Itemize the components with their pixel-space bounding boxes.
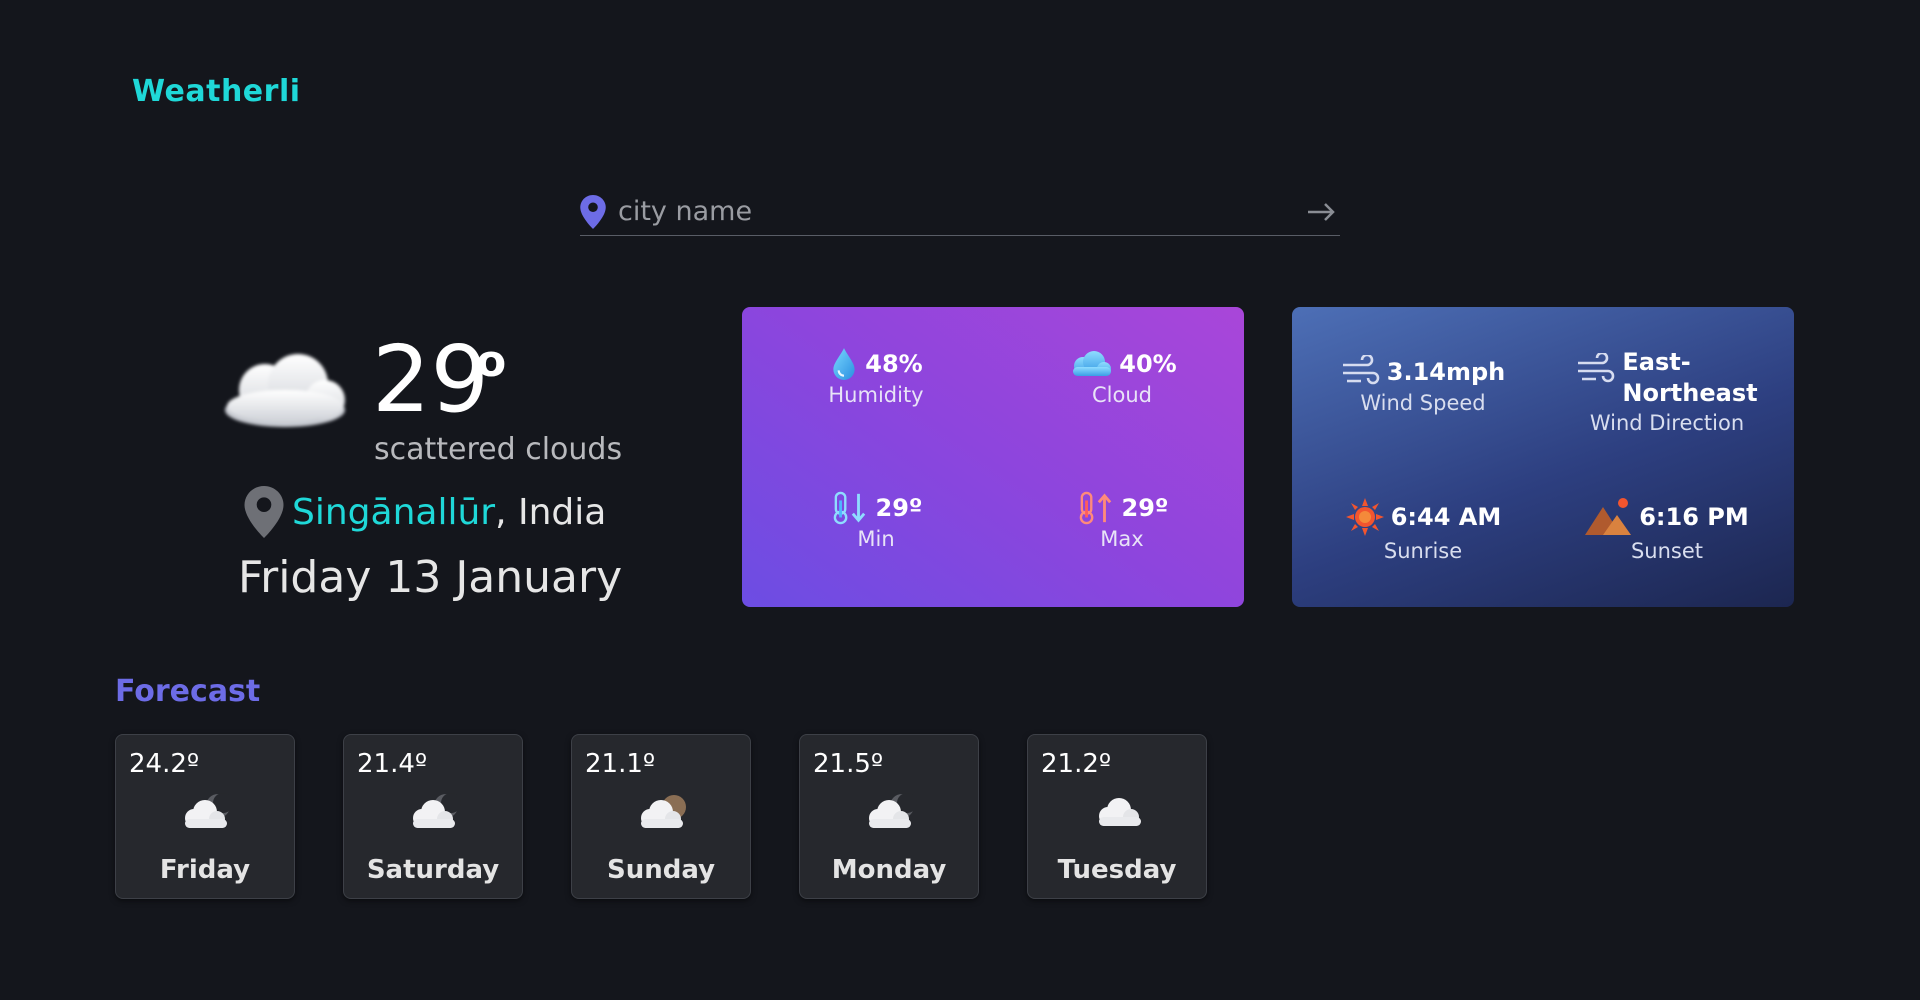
max-temp-label: Max [1100,527,1144,551]
cloud-icon [225,354,345,427]
forecast-card[interactable]: 21.4º Saturday [343,734,523,899]
wind-direction-metric: East- Northeast Wind Direction [1557,347,1777,435]
forecast-temp: 21.2º [1041,749,1112,779]
forecast-temp: 21.4º [357,749,428,779]
humidity-metric: 48% Humidity [766,347,986,407]
forecast-title: Forecast [115,674,261,709]
cloud-icon [1073,351,1112,376]
arrow-right-icon[interactable] [1306,202,1336,222]
app-logo[interactable]: Weatherli [132,74,301,109]
forecast-day: Sunday [606,855,716,885]
forecast-card[interactable]: 21.1º Sunday [571,734,751,899]
search-bar [580,188,1340,236]
min-temp-metric: 29º Min [766,491,986,551]
forecast-temp: 24.2º [129,749,200,779]
cloud-value: 40% [1119,350,1177,378]
max-temp-metric: 29º Max [1012,491,1232,551]
location: Singānallūr , India [244,486,606,538]
wind-sun-card: 3.14mph Wind Speed East- Northeast Wind … [1292,307,1794,607]
wind-speed-metric: 3.14mph Wind Speed [1313,355,1533,415]
sunrise-metric: 6:44 AM Sunrise [1313,497,1533,563]
sunrise-value: 6:44 AM [1390,503,1502,531]
location-pin-icon [244,486,284,538]
forecast-temp: 21.5º [813,749,884,779]
location-pin-icon [580,194,606,229]
forecast-day: Saturday [366,855,500,885]
country-name: , India [495,491,607,533]
wind-speed-label: Wind Speed [1360,391,1486,415]
sun-icon [1345,498,1384,536]
details-card: 48% Humidity 40% Cloud 29º Min 29º Max [742,307,1244,607]
forecast-card[interactable]: 21.2º Tuesday [1027,734,1207,899]
forecast-temp: 21.1º [585,749,656,779]
weather-app: Weatherli city name 29 o scattered cloud… [0,0,1920,1000]
sunset-label: Sunset [1630,539,1704,563]
thermometer-up-icon [1079,491,1111,525]
forecast-card[interactable]: 21.5º Monday [799,734,979,899]
mountain-sunset-icon [1585,498,1632,535]
sunset-metric: 6:16 PM Sunset [1557,497,1777,563]
sunrise-label: Sunrise [1383,539,1463,563]
min-temp-value: 29º [875,494,923,522]
sunset-value: 6:16 PM [1639,503,1749,531]
cloud-icon [1099,798,1141,826]
forecast-day: Tuesday [1057,855,1177,885]
city-name: Singānallūr [292,491,496,533]
degree-symbol: o [476,336,507,387]
wind-direction-value-line1: East- [1622,348,1691,376]
max-temp-value: 29º [1121,494,1169,522]
cloud-metric: 40% Cloud [1012,347,1232,407]
wind-direction-label: Wind Direction [1589,411,1745,435]
min-temp-label: Min [857,527,895,551]
current-date: Friday 13 January [238,552,623,603]
wind-direction-value-line2: Northeast [1622,379,1758,407]
wind-icon [1578,353,1615,383]
water-drop-icon [833,348,855,380]
weather-description: scattered clouds [374,432,623,467]
cloud-label: Cloud [1092,383,1152,407]
humidity-label: Humidity [828,383,924,407]
forecast-day: Friday [159,855,251,885]
current-temperature: 29 [372,326,490,433]
forecast-day: Monday [831,855,947,885]
cloud-moon-icon [413,793,461,828]
cloud-moon-icon [641,795,686,828]
forecast-card[interactable]: 24.2º Friday [115,734,295,899]
cloud-moon-icon [869,793,917,828]
current-weather: 29 o scattered clouds Singānallūr , Indi… [214,330,634,630]
city-search-input[interactable] [618,191,1306,232]
cloud-moon-icon [185,793,233,828]
thermometer-down-icon [833,491,865,525]
humidity-value: 48% [865,350,923,378]
wind-icon [1342,355,1380,385]
wind-speed-value: 3.14mph [1386,358,1506,386]
